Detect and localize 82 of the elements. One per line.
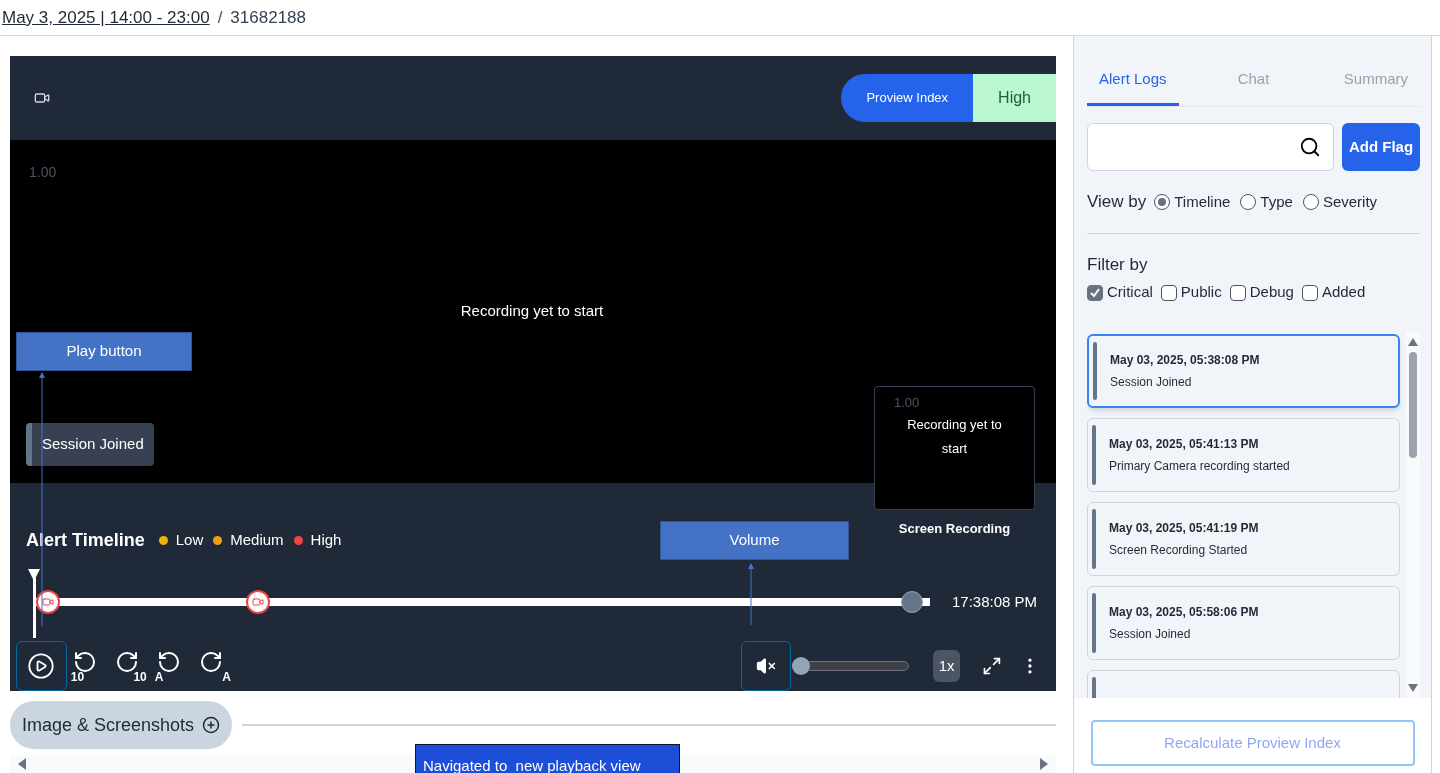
checkbox[interactable]: [1087, 284, 1103, 301]
checkbox-label: Critical: [1107, 282, 1153, 303]
rotate-left-icon: [72, 650, 97, 674]
alert-time: May 03, 2025, 05:41:19 PM: [1109, 519, 1259, 537]
checkbox[interactable]: [1229, 284, 1246, 301]
alert-text: Session Joined: [1110, 373, 1193, 391]
rotate-right-icon: [198, 650, 223, 674]
legend-label: Low: [175, 530, 204, 551]
current-time: 17:38:08 PM: [952, 591, 1038, 612]
radio-label: Type: [1260, 191, 1293, 212]
alert-card[interactable]: May 03, 2025, 05:38:08 PM Session Joined: [1087, 333, 1400, 408]
alert-card[interactable]: May 03, 2025, 05:41:19 PM Screen Recording Started: [1087, 501, 1400, 576]
legend-label: High: [310, 530, 342, 551]
scroll-up-icon[interactable]: [1408, 337, 1418, 346]
radio-button[interactable]: [1154, 194, 1171, 211]
volume-thumb[interactable]: [791, 657, 810, 675]
checkbox-label: Debug: [1249, 282, 1294, 303]
scroll-right-icon[interactable]: [1040, 758, 1048, 770]
zoom-scale: 1.00: [894, 394, 920, 412]
volume-slider[interactable]: [791, 656, 910, 676]
camera-alert-marker[interactable]: [36, 590, 60, 614]
legend-label: Medium: [230, 530, 284, 551]
video-camera-icon: [252, 596, 264, 608]
checkbox-label: Public: [1180, 282, 1222, 303]
scroll-down-icon[interactable]: [1408, 684, 1418, 692]
radio-button[interactable]: [1240, 194, 1257, 211]
filter-by-label: Filter by: [1087, 253, 1149, 276]
search-icon[interactable]: [1299, 136, 1321, 159]
annotation-label: Play button: [16, 332, 192, 371]
alert-card[interactable]: May 03, 2025, 05:58:06 PM Session Joined: [1087, 585, 1400, 660]
video-status-message: Recording yet to start: [460, 300, 604, 321]
rewind-button[interactable]: 10: [68, 648, 105, 684]
checkbox[interactable]: [1160, 284, 1177, 301]
forward-button[interactable]: A: [194, 648, 231, 684]
video-camera-icon: [34, 90, 50, 106]
radio-label: Timeline: [1174, 191, 1231, 212]
leader-line: [747, 562, 755, 625]
radio-label: Severity: [1322, 191, 1378, 212]
checkbox-label: Added: [1321, 282, 1366, 303]
scrollbar[interactable]: [1406, 331, 1420, 698]
video-camera-icon: [42, 596, 54, 608]
rotate-left-icon: [156, 650, 181, 674]
date-link[interactable]: May 3, 2025 | 14:00 - 23:00: [2, 4, 210, 31]
checkbox[interactable]: [1301, 284, 1318, 301]
session-id: 31682188: [230, 6, 306, 29]
scrollbar-thumb[interactable]: [1409, 351, 1417, 458]
play-icon: [27, 652, 56, 680]
preview-label: Screen Recording: [897, 520, 1012, 538]
scroll-left-icon[interactable]: [18, 758, 26, 770]
section-pill[interactable]: Image & Screenshots: [10, 701, 233, 749]
zoom-scale: 1.00: [29, 163, 57, 182]
alert-text: Screen Recording Started: [1109, 541, 1249, 559]
radio-button[interactable]: [1302, 194, 1319, 211]
separator: /: [217, 6, 223, 29]
annotation-label: Volume: [660, 521, 849, 560]
play-button[interactable]: [16, 641, 67, 691]
alert-card[interactable]: May 03, 2025, 05:41:13 PM Primary Camera recording started: [1087, 417, 1400, 492]
alert-time: May 03, 2025, 05:41:13 PM: [1109, 435, 1260, 453]
section-title: Image & Screenshots: [22, 713, 195, 737]
tab[interactable]: Alert Logs: [1087, 56, 1198, 107]
alert-time: May 03, 2025, 05:58:06 PM: [1109, 603, 1259, 621]
search-field[interactable]: [1087, 123, 1334, 172]
timeline-title: Alert Timeline: [26, 529, 145, 552]
mute-button[interactable]: [740, 641, 791, 691]
session-joined-chip: Session Joined: [26, 423, 154, 466]
add-flag-button[interactable]: Add Flag: [1342, 123, 1420, 172]
forward-button[interactable]: 10: [110, 648, 147, 684]
index-badge: Proview Index: [841, 74, 974, 122]
alert-text: Primary Camera recording started: [1109, 457, 1290, 475]
muted-speaker-icon: [755, 656, 776, 676]
alert-time: May 03, 2025, 05:38:08 PM: [1110, 351, 1260, 369]
camera-alert-marker[interactable]: [246, 590, 270, 614]
level-badge: High: [973, 74, 1056, 122]
rotate-right-icon: [114, 650, 139, 674]
view-by-label: View by: [1087, 191, 1147, 214]
fullscreen-icon[interactable]: [982, 655, 1003, 677]
speed-button[interactable]: 1x: [933, 650, 961, 682]
timeline-handle[interactable]: [901, 591, 924, 613]
preview-status-message: Recording yet to start: [906, 415, 1003, 458]
rewind-button[interactable]: A: [152, 648, 189, 684]
add-icon[interactable]: [202, 716, 221, 734]
alert-text: Session Joined: [1109, 625, 1192, 643]
